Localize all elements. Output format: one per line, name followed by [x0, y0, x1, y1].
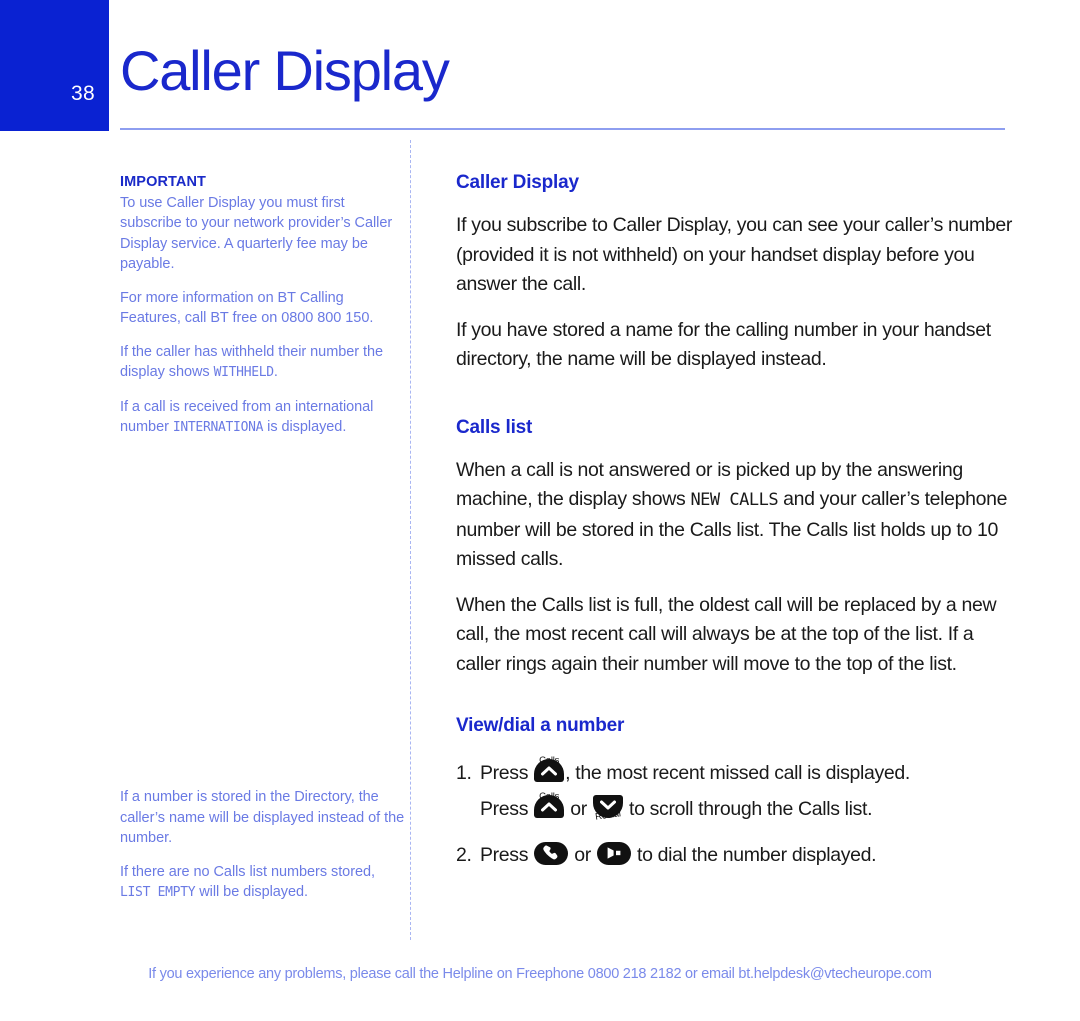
main-content: Caller Display If you subscribe to Calle… — [456, 170, 1016, 872]
paragraph-calls-list-2: When the Calls list is full, the oldest … — [456, 593, 997, 675]
note-international: If a call is received from an internatio… — [120, 397, 398, 439]
calls-up-key-icon[interactable]: Calls — [534, 755, 565, 782]
calls-up-key-icon[interactable]: Calls — [534, 791, 565, 818]
note-list-empty-post: will be displayed. — [195, 884, 308, 900]
step-1-continuation: Press Calls or Redial to scroll through … — [456, 790, 1016, 824]
section-heading-caller-display: Caller Display — [456, 172, 579, 193]
page-number-block: 38 — [0, 0, 109, 131]
step-2-post: to dial the number displayed. — [631, 843, 877, 866]
step-1-number: 1. — [456, 761, 472, 784]
page-number: 38 — [71, 82, 95, 105]
header-rule — [120, 128, 1005, 130]
lcd-text-new-calls: NEW CALLS — [690, 490, 779, 510]
page-title: Caller Display — [120, 39, 450, 102]
talk-handset-key-icon[interactable] — [534, 841, 569, 865]
note-directory-name: If a number is stored in the Directory, … — [120, 789, 405, 846]
telephone-handset-icon — [543, 845, 558, 860]
chevron-up-icon — [541, 766, 558, 776]
speakerphone-key-icon[interactable] — [596, 841, 631, 865]
step-2: 2. Press or to dial the number displayed… — [456, 836, 1016, 870]
step-1b-mid: or — [565, 797, 592, 820]
lcd-text-international: INTERNATIONA — [172, 420, 264, 435]
sidebar-notes-bottom: If a number is stored in the Directory, … — [120, 787, 405, 904]
footer-helpline: If you experience any problems, please c… — [148, 966, 932, 982]
important-heading: IMPORTANT — [120, 174, 207, 190]
note-withheld-post: . — [273, 364, 278, 380]
step-1-pre: Press — [480, 761, 534, 784]
paragraph-caller-display-1: If you subscribe to Caller Display, you … — [456, 214, 1013, 295]
note-subscribe: To use Caller Display you must first sub… — [120, 194, 393, 273]
redial-down-key-icon[interactable]: Redial — [592, 794, 623, 823]
step-spacer — [456, 826, 1016, 836]
step-1b-pre: Press — [480, 797, 534, 820]
section-heading-calls-list: Calls list — [456, 416, 533, 438]
note-international-post: is displayed. — [263, 419, 347, 435]
step-2-mid: or — [569, 843, 596, 866]
step-2-text: Press or to dial the number displayed. — [480, 841, 877, 871]
lcd-text-list-empty: LIST EMPTY — [120, 885, 196, 900]
note-list-empty: If there are no Calls list numbers store… — [120, 862, 405, 904]
sidebar-notes-top: IMPORTANT To use Caller Display you must… — [120, 172, 398, 439]
speaker-icon — [607, 847, 621, 859]
paragraph-caller-display-2: If you have stored a name for the callin… — [456, 318, 991, 371]
step-2-number: 2. — [456, 843, 472, 866]
step-1b-text: Press Calls or Redial to scroll through … — [480, 791, 873, 825]
step-1b-post: to scroll through the Calls list. — [623, 797, 873, 820]
column-divider — [410, 140, 411, 940]
note-bt-calling-features: For more information on BT Calling Featu… — [120, 289, 374, 327]
step-2-pre: Press — [480, 843, 534, 866]
chevron-down-icon — [599, 800, 616, 810]
section-heading-view-dial: View/dial a number — [456, 715, 625, 736]
note-list-empty-pre: If there are no Calls list numbers store… — [120, 863, 375, 880]
lcd-text-withheld: WITHHELD — [213, 365, 275, 380]
numbered-steps: 1. Press Calls, the most recent missed c… — [456, 754, 1016, 870]
paragraph-calls-list-1: When a call is not answered or is picked… — [456, 456, 1016, 575]
chevron-up-icon — [541, 802, 558, 812]
step-1-post: , the most recent missed call is display… — [565, 761, 910, 784]
note-withheld: If the caller has withheld their number … — [120, 342, 398, 384]
